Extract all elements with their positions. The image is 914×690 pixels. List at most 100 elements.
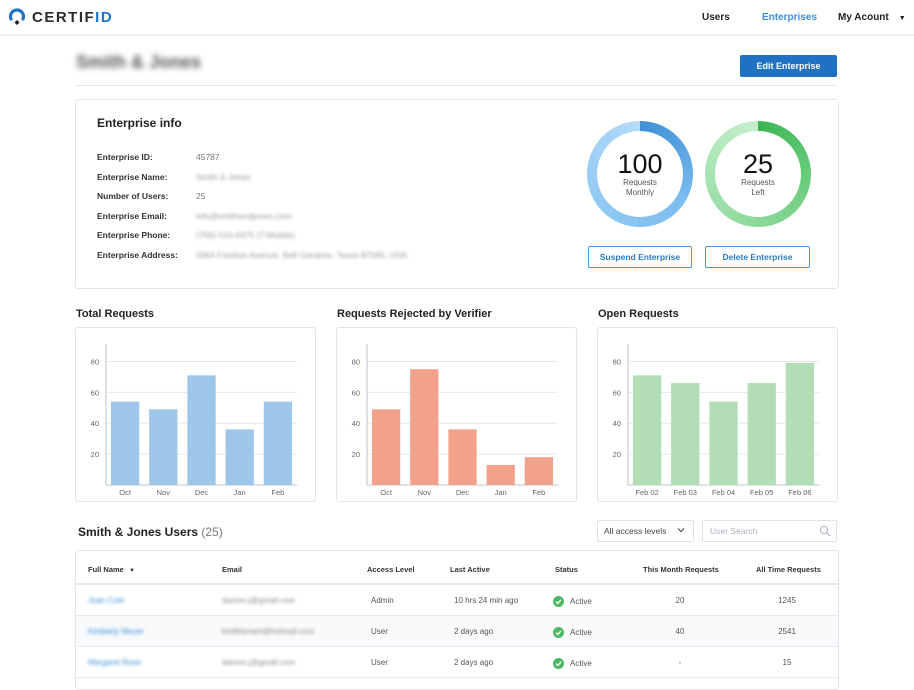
logo-text: CERTIF (32, 8, 96, 26)
column-header-last-active[interactable]: Last Active (450, 565, 490, 574)
user-name-link[interactable]: Margaret Rose (88, 658, 141, 667)
x-tick-label: Feb 03 (674, 488, 697, 497)
user-status: Active (553, 627, 592, 638)
users-table: Full Name ▼ Email Access Level Last Acti… (75, 550, 839, 690)
chart-svg: 20 40 60 80 Feb 02 Feb 03 Feb 04 Feb 05 Feb 06 (613, 344, 819, 497)
y-tick-label: 40 (613, 419, 621, 428)
top-navigation-bar: CERTIFID Users Enterprises My Acount ▼ (0, 0, 914, 36)
user-email: kmithbrown@hotmail.com (222, 627, 315, 636)
bar (632, 375, 662, 485)
user-last-active: 2 days ago (454, 627, 494, 636)
column-header-all-time-requests[interactable]: All Time Requests (756, 565, 821, 574)
x-tick-label: Dec (195, 488, 209, 497)
requests-monthly-ring: 100 Requests Monthly (587, 121, 693, 227)
check-circle-icon (553, 658, 564, 669)
chart-svg: 20 40 60 80 Oct Nov Dec Jan Feb (352, 344, 558, 497)
y-tick-label: 20 (91, 450, 99, 459)
info-label: Number of Users: (97, 191, 169, 201)
y-tick-label: 60 (91, 388, 99, 397)
edit-enterprise-button[interactable]: Edit Enterprise (740, 55, 837, 77)
x-tick-label: Feb (532, 488, 545, 497)
column-header-this-month-requests[interactable]: This Month Requests (643, 565, 719, 574)
user-access-level: Admin (371, 596, 394, 605)
bar (486, 464, 515, 485)
info-value: info@smithandjones.com (196, 211, 292, 221)
info-row-users: Number of Users: 25 (97, 191, 205, 201)
nav-my-account-menu[interactable]: My Acount ▼ (838, 12, 906, 23)
user-month-requests: - (678, 658, 682, 667)
info-row-phone: Enterprise Phone: (759) 516-6375 (T-Mobi… (97, 230, 295, 240)
column-label: Full Name (88, 565, 124, 574)
x-tick-label: Oct (380, 488, 393, 497)
y-tick-label: 80 (352, 357, 360, 366)
sort-caret-down-icon: ▼ (128, 568, 135, 574)
user-month-requests: 20 (675, 596, 685, 605)
x-tick-label: Feb 06 (788, 488, 811, 497)
requests-left-label: Requests Left (741, 178, 775, 198)
users-title-text: Smith & Jones Users (78, 525, 199, 539)
chart-title-total-requests: Total Requests (76, 308, 155, 320)
bar (448, 429, 477, 485)
my-account-label: My Acount (838, 12, 889, 23)
user-email: damon.j@gmail.com (222, 658, 296, 667)
bar (410, 369, 439, 485)
status-text: Active (570, 659, 592, 668)
y-tick-label: 80 (91, 357, 99, 366)
chart-requests-rejected: 20 40 60 80 Oct Nov Dec Jan Feb (336, 327, 577, 502)
bar (225, 429, 254, 485)
user-search-input[interactable] (702, 520, 837, 542)
x-tick-label: Feb 05 (750, 488, 773, 497)
x-tick-label: Dec (456, 488, 470, 497)
x-tick-label: Jan (234, 488, 246, 497)
info-row-id: Enterprise ID: 45787 (97, 152, 220, 162)
info-label: Enterprise Name: (97, 172, 168, 182)
bar (110, 401, 140, 485)
info-label: Enterprise Address: (97, 250, 178, 260)
info-label: Enterprise Phone: (97, 230, 171, 240)
ring-label-line: Monthly (625, 188, 654, 197)
requests-left-ring: 25 Requests Left (705, 121, 811, 227)
bar (149, 409, 178, 485)
table-row: Juan Cole damon.j@gmail.com Admin 10 hrs… (76, 585, 838, 616)
x-tick-label: Feb (271, 488, 284, 497)
bar (747, 383, 776, 485)
search-icon[interactable] (819, 524, 831, 537)
user-all-time-requests: 1245 (778, 596, 796, 605)
suspend-enterprise-button[interactable]: Suspend Enterprise (588, 246, 692, 268)
nav-link-users[interactable]: Users (702, 12, 730, 23)
column-header-full-name[interactable]: Full Name ▼ (88, 565, 135, 574)
x-tick-label: Nov (418, 488, 432, 497)
caret-down-icon: ▼ (898, 15, 906, 22)
column-header-access-level[interactable]: Access Level (367, 565, 415, 574)
x-tick-label: Jan (495, 488, 507, 497)
user-name-link[interactable]: Juan Cole (88, 596, 124, 605)
user-name-link[interactable]: Kimberly Meyer (88, 627, 144, 636)
access-level-filter[interactable]: All access levels (597, 520, 694, 542)
table-header: Full Name ▼ Email Access Level Last Acti… (76, 551, 838, 585)
y-tick-label: 40 (91, 419, 99, 428)
chevron-down-icon (677, 526, 685, 536)
user-status: Active (553, 596, 592, 607)
column-header-email[interactable]: Email (222, 565, 242, 574)
y-tick-label: 60 (613, 388, 621, 397)
user-access-level: User (371, 658, 388, 667)
user-all-time-requests: 15 (782, 658, 792, 667)
enterprise-info-title: Enterprise info (97, 116, 182, 130)
bar (709, 401, 738, 485)
info-value: 45787 (196, 152, 220, 162)
info-row-name: Enterprise Name: Smith & Johes (97, 172, 251, 182)
delete-enterprise-button[interactable]: Delete Enterprise (705, 246, 810, 268)
ring-label-line: Left (751, 188, 765, 197)
chart-open-requests: 20 40 60 80 Feb 02 Feb 03 Feb 04 Feb 05 Feb 06 (597, 327, 838, 502)
x-tick-label: Feb 02 (635, 488, 658, 497)
logo[interactable]: CERTIFID (8, 8, 113, 26)
table-row: Kimberly Meyer kmithbrown@hotmail.com Us… (76, 616, 838, 647)
chart-title-open-requests: Open Requests (598, 308, 679, 320)
nav-link-enterprises[interactable]: Enterprises (762, 12, 817, 23)
info-value: 5964 Facilisis Avenue, Bell Gardens, Tex… (196, 250, 407, 260)
requests-monthly-label: Requests Monthly (623, 178, 657, 198)
y-tick-label: 20 (352, 450, 360, 459)
column-header-status[interactable]: Status (555, 565, 578, 574)
info-label: Enterprise ID: (97, 152, 153, 162)
y-tick-label: 40 (352, 419, 360, 428)
